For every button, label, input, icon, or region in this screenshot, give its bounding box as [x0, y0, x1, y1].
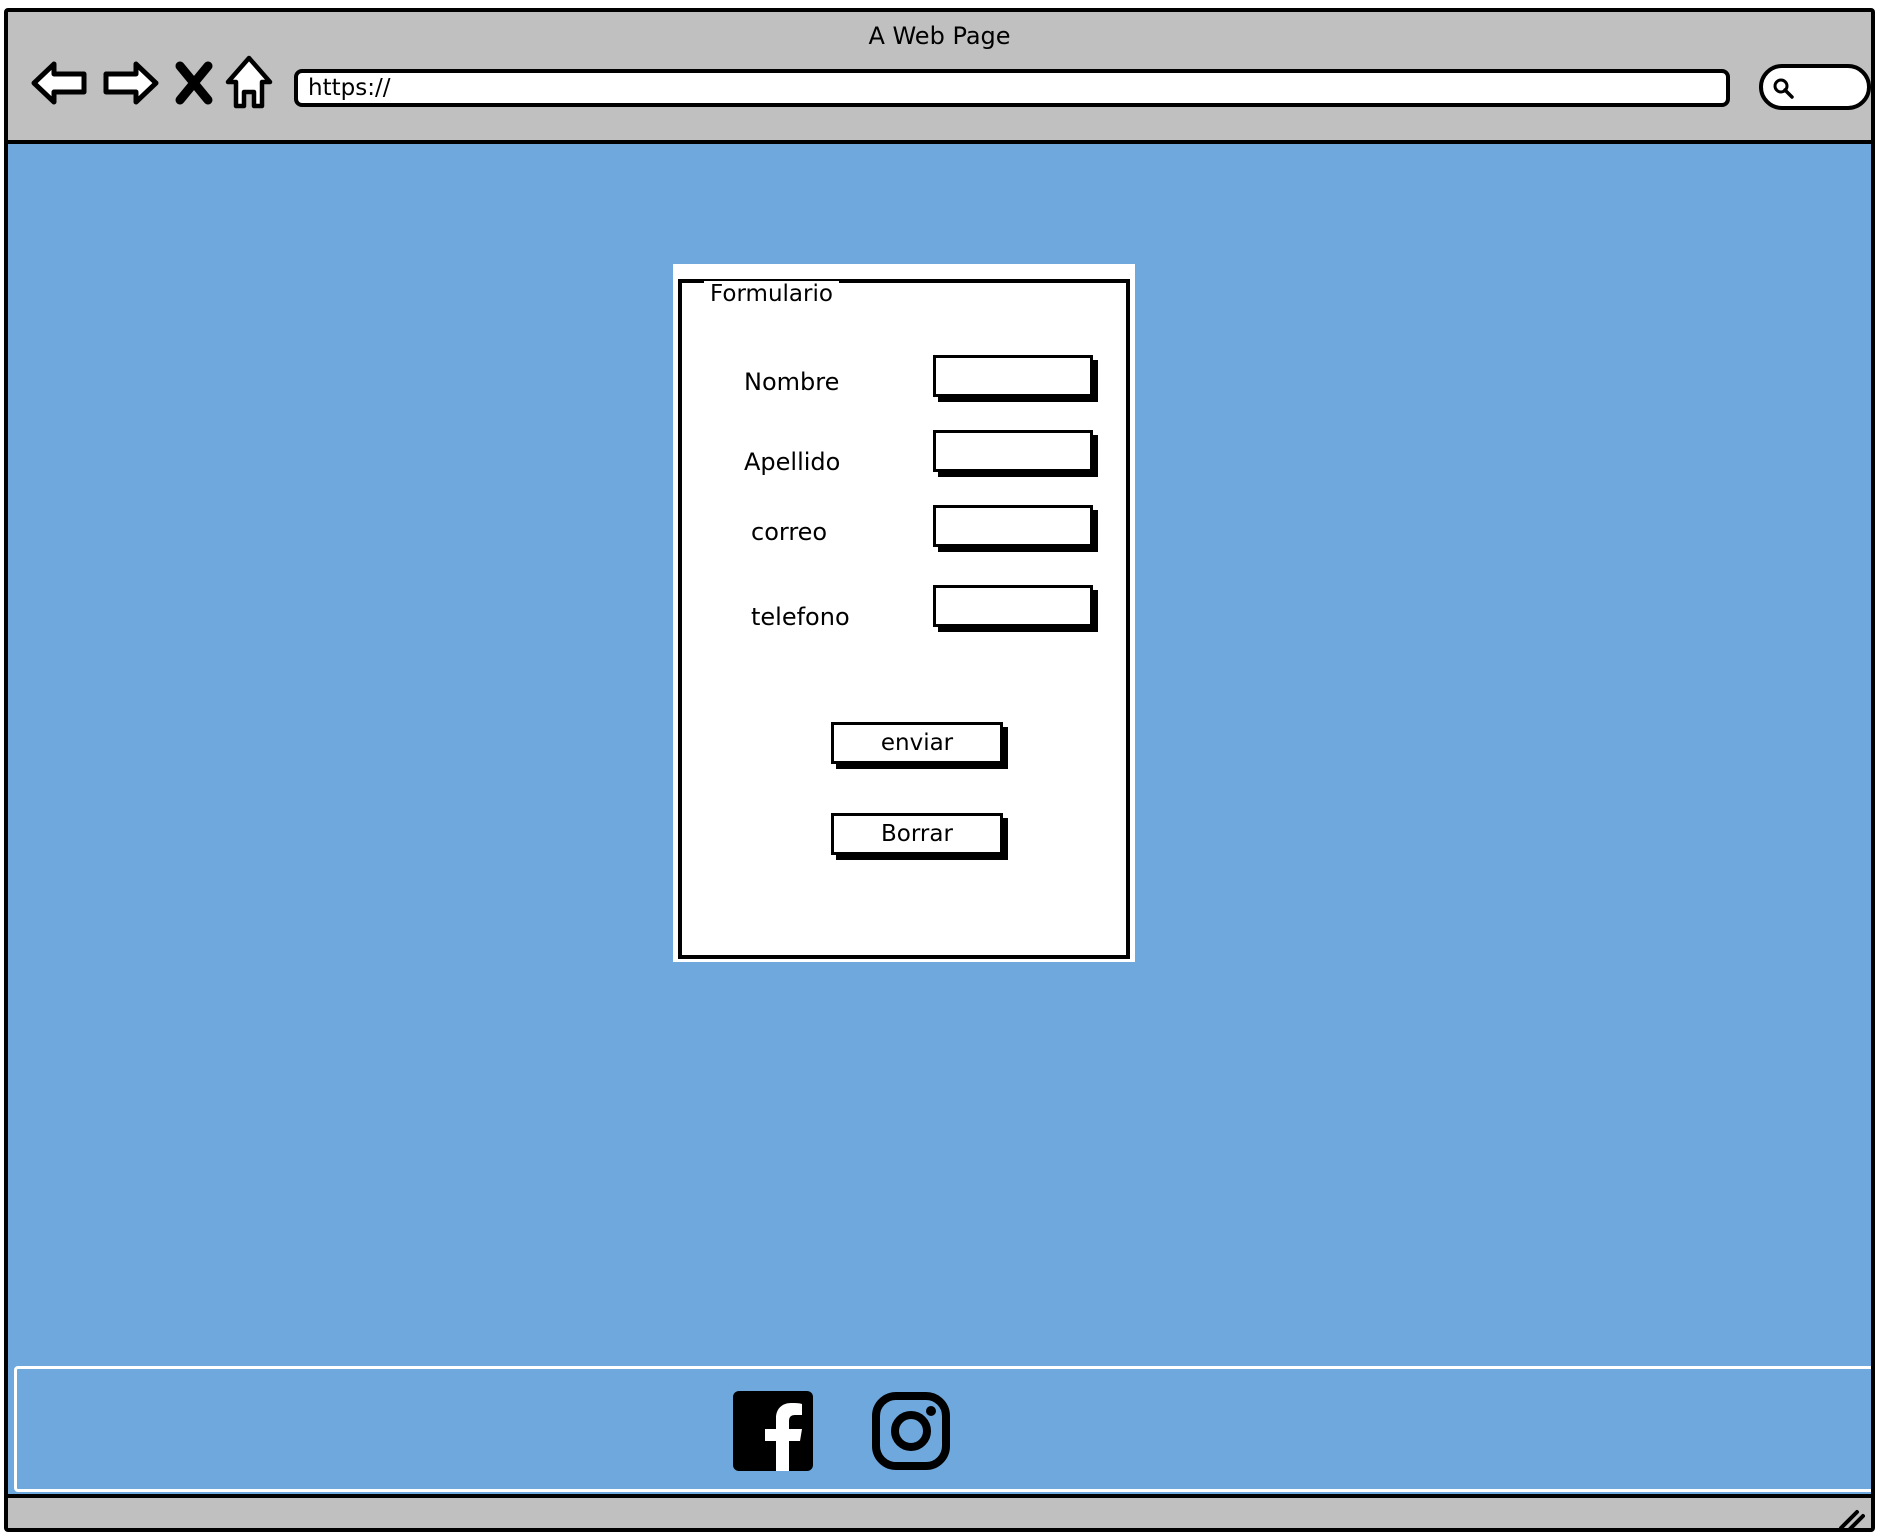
status-bar [8, 1494, 1871, 1528]
instagram-icon[interactable] [871, 1391, 951, 1471]
form-legend: Formulario [704, 281, 839, 307]
nombre-label: Nombre [744, 368, 840, 396]
borrar-button[interactable]: Borrar [831, 813, 1003, 855]
page-content: Formulario Nombre Apellido correo telefo… [8, 144, 1871, 1494]
close-x-icon[interactable] [172, 52, 216, 114]
correo-input[interactable] [933, 505, 1093, 547]
enviar-button[interactable]: enviar [831, 722, 1003, 764]
home-icon[interactable] [224, 52, 274, 114]
apellido-label: Apellido [744, 448, 841, 476]
facebook-icon[interactable] [733, 1391, 813, 1471]
back-arrow-icon[interactable] [30, 52, 90, 114]
browser-titlebar: A Web Page [8, 12, 1871, 144]
nombre-input[interactable] [933, 355, 1093, 397]
apellido-input[interactable] [933, 430, 1093, 472]
resize-grip-icon[interactable] [1835, 1502, 1865, 1528]
url-bar[interactable] [294, 69, 1730, 107]
forward-arrow-icon[interactable] [100, 52, 160, 114]
footer [14, 1366, 1871, 1492]
telefono-input[interactable] [933, 585, 1093, 627]
form-panel: Formulario Nombre Apellido correo telefo… [673, 264, 1135, 962]
search-box[interactable] [1759, 64, 1871, 110]
telefono-label: telefono [751, 603, 850, 631]
form-fieldset: Formulario Nombre Apellido correo telefo… [678, 279, 1130, 959]
correo-label: correo [751, 518, 828, 546]
window-title: A Web Page [868, 22, 1011, 50]
search-icon [1773, 78, 1794, 99]
browser-window: A Web Page https:// Formulario Nombre Ap… [4, 8, 1875, 1532]
